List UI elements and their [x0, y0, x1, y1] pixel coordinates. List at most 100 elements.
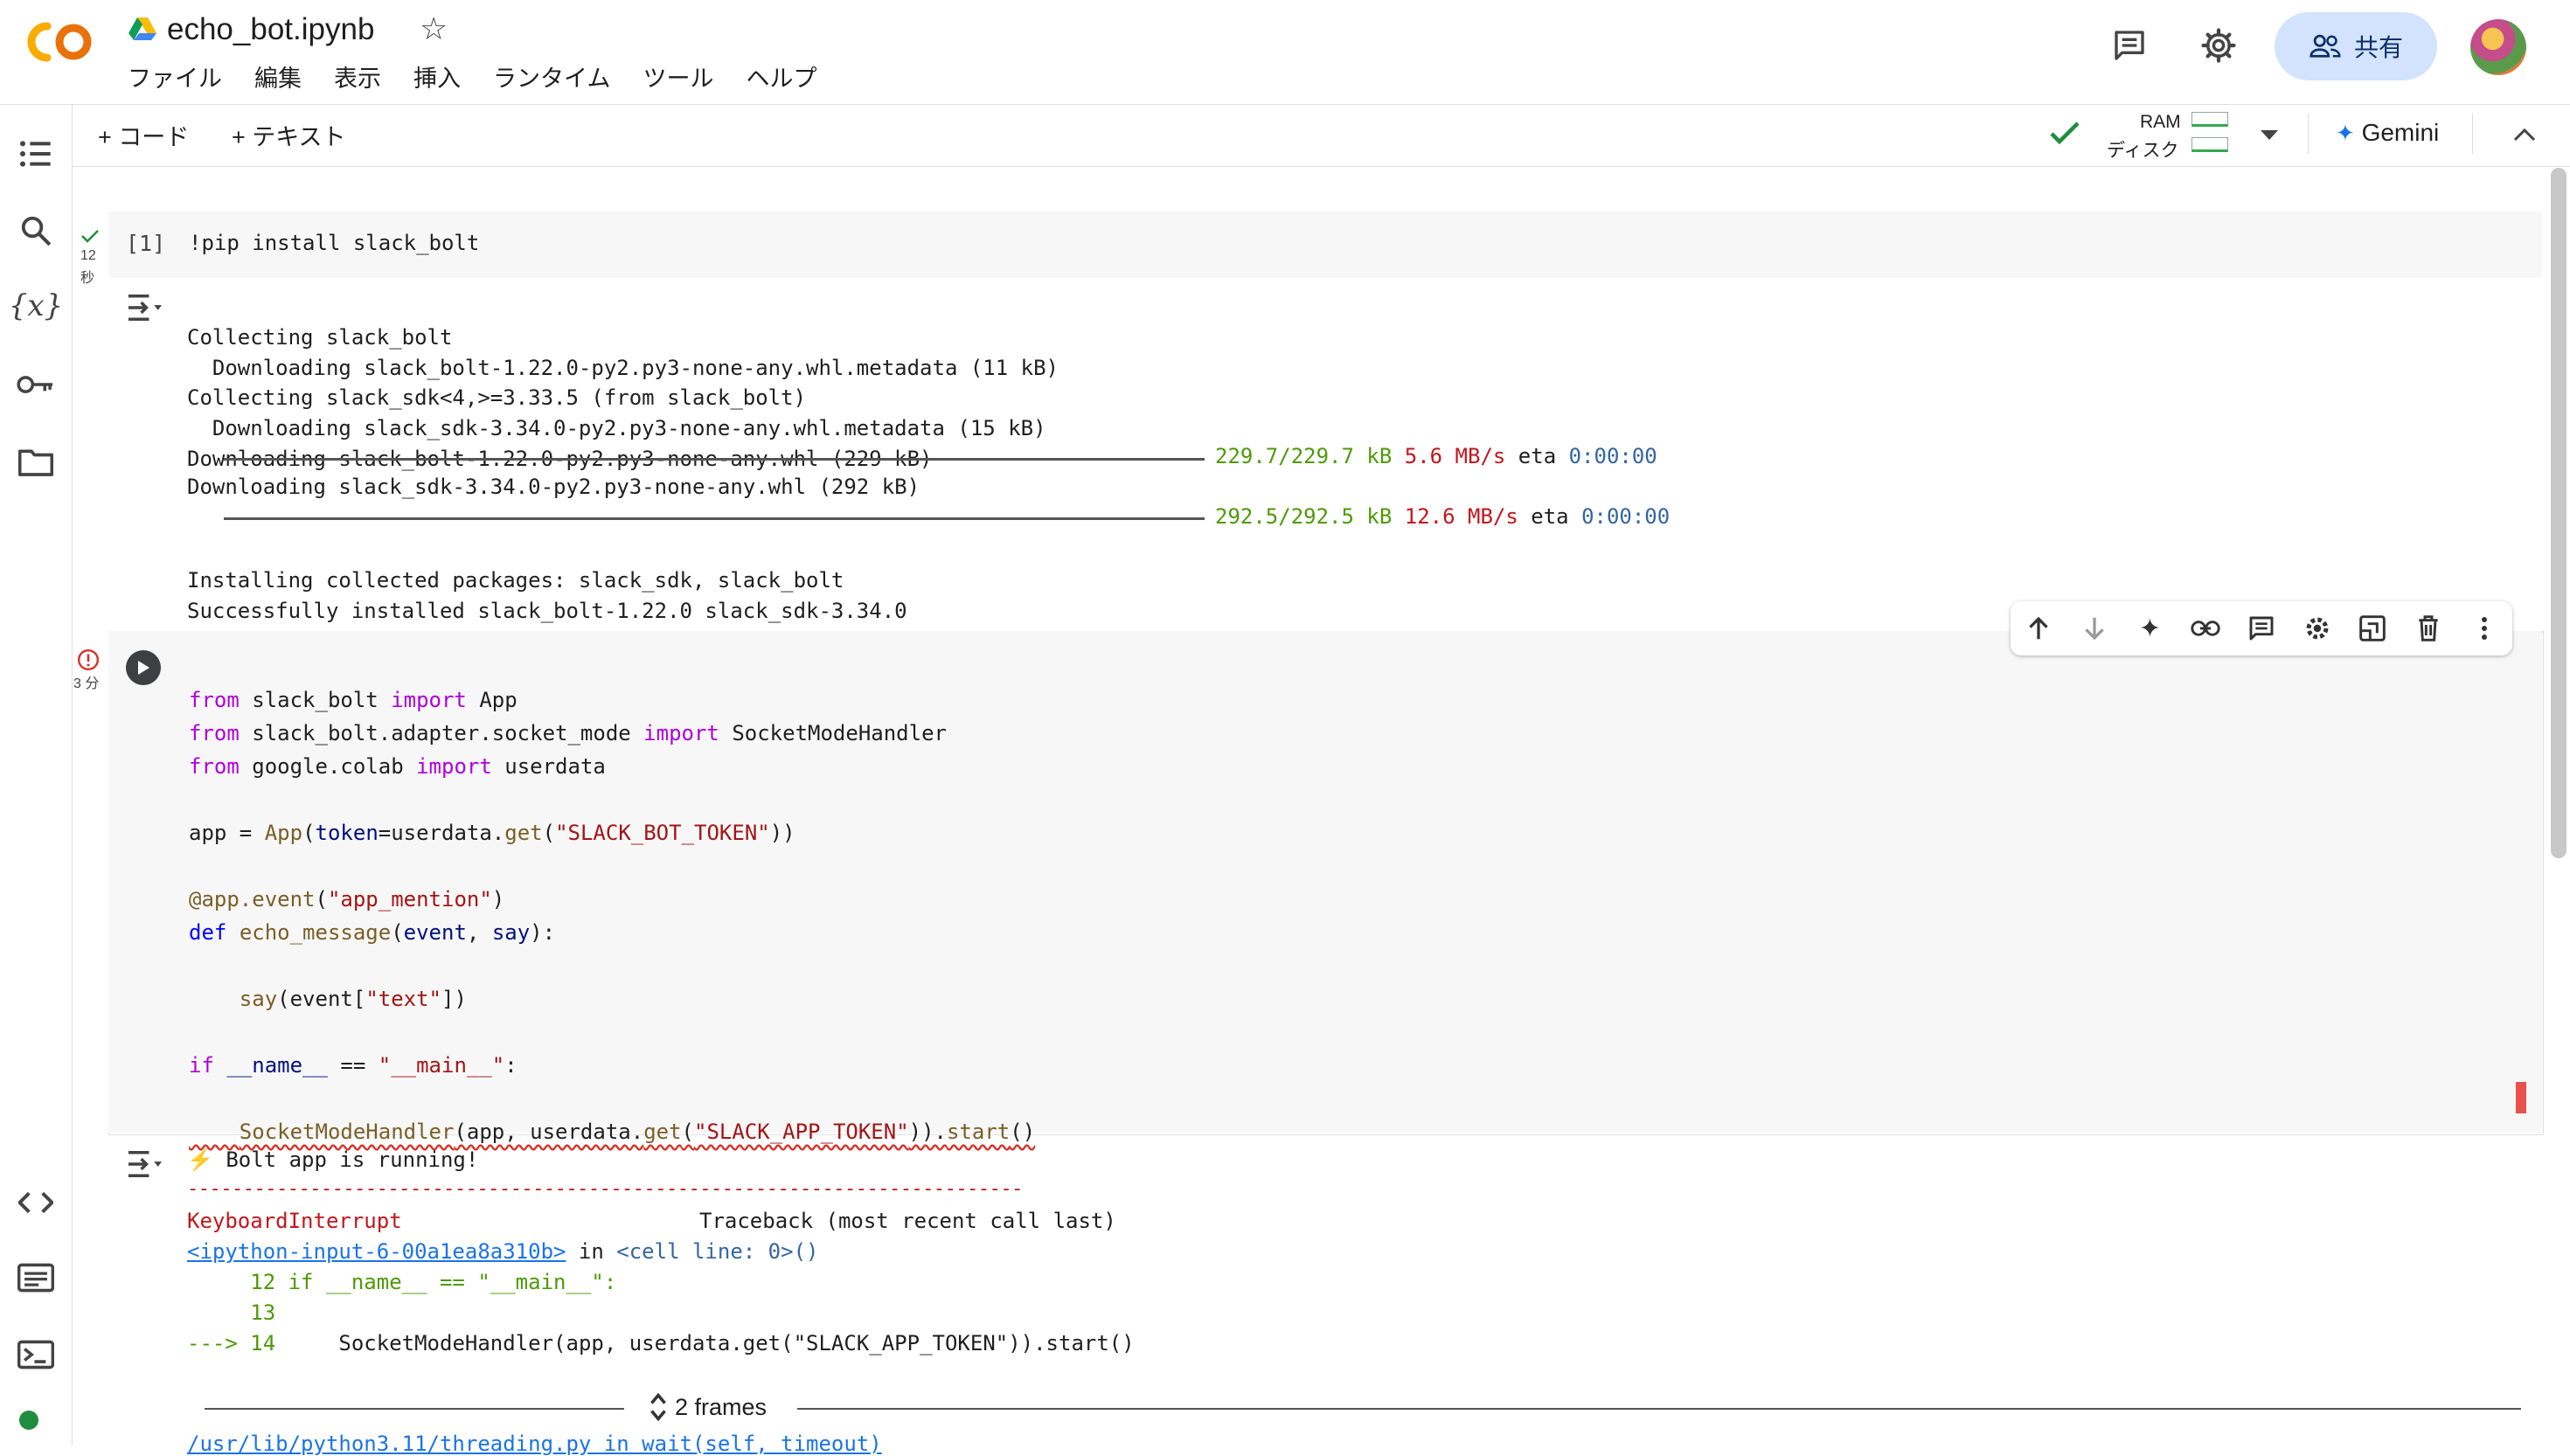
- traceback-file-link[interactable]: /usr/lib/python3.11/threading.py in wait…: [187, 1432, 882, 1456]
- menu-insert[interactable]: 挿入: [413, 59, 461, 94]
- progress-rate: 5.6 MB/s: [1404, 444, 1506, 468]
- star-icon[interactable]: ☆: [420, 10, 448, 47]
- gemini-button[interactable]: ✦ Gemini: [2336, 119, 2439, 147]
- code-line[interactable]: if __name__ == "__main__":: [189, 1049, 1035, 1082]
- variables-icon[interactable]: {x}: [9, 285, 63, 327]
- traceback-line: ---> 14 SocketModeHandler(app, userdata.…: [187, 1331, 1135, 1355]
- ram-meter[interactable]: [2191, 112, 2228, 127]
- share-label: 共有: [2353, 34, 2403, 61]
- scrollbar-thumb[interactable]: [2551, 168, 2567, 858]
- notebook-title[interactable]: echo_bot.ipynb: [167, 12, 374, 47]
- move-down-icon[interactable]: [2077, 611, 2112, 646]
- mirror-cell-icon[interactable]: [2355, 611, 2390, 646]
- progress-size: 292.5/292.5 kB: [1215, 504, 1393, 529]
- gemini-spark-icon[interactable]: ✦: [2132, 611, 2167, 646]
- table-of-contents-icon[interactable]: [15, 133, 57, 175]
- add-code-button[interactable]: + コード: [98, 118, 189, 152]
- add-text-button[interactable]: + テキスト: [232, 118, 345, 152]
- traceback-location: <ipython-input-6-00a1ea8a310b> in <cell …: [187, 1239, 818, 1264]
- traceback-label: Traceback (most recent call last): [699, 1209, 1116, 1233]
- search-icon[interactable]: [15, 210, 57, 252]
- drive-icon[interactable]: [128, 16, 157, 42]
- expand-icon: [650, 1392, 666, 1422]
- code-line[interactable]: [189, 849, 1035, 883]
- traceback-separator: ----------------------------------------…: [187, 1178, 1023, 1200]
- disk-label: ディスク: [2107, 141, 2179, 161]
- move-up-icon[interactable]: [2021, 611, 2056, 646]
- code-line[interactable]: [189, 1016, 1035, 1049]
- input-cell-link[interactable]: <ipython-input-6-00a1ea8a310b>: [187, 1239, 566, 1264]
- output-actions-icon[interactable]: [126, 292, 164, 323]
- progress-eta-label: eta: [1531, 504, 1569, 529]
- comment-icon[interactable]: [2244, 611, 2279, 646]
- code-line[interactable]: [189, 1082, 1035, 1115]
- code-block[interactable]: from slack_bolt import App from slack_bol…: [189, 650, 1035, 1182]
- menu-bar: ファイル 編集 表示 挿入 ランタイム ツール ヘルプ: [128, 59, 849, 94]
- cell-line-ref: <cell line: 0>: [616, 1239, 794, 1264]
- secrets-key-icon[interactable]: [15, 364, 57, 406]
- progress-rate: 12.6 MB/s: [1404, 504, 1518, 529]
- code-line[interactable]: [189, 783, 1035, 816]
- runtime-dropdown-icon[interactable]: [2259, 128, 2280, 142]
- command-palette-icon[interactable]: [15, 1257, 57, 1299]
- menu-runtime[interactable]: ランタイム: [493, 59, 610, 94]
- menu-help[interactable]: ヘルプ: [746, 59, 816, 94]
- output-actions-icon[interactable]: [126, 1148, 164, 1180]
- comment-icon[interactable]: [2108, 24, 2150, 66]
- code-line[interactable]: from slack_bolt import App: [189, 683, 1035, 717]
- parens: (): [793, 1239, 819, 1264]
- terminal-icon[interactable]: [15, 1334, 57, 1376]
- output-line: Collecting slack_sdk<4,>=3.33.5 (from sl…: [187, 385, 807, 411]
- link-icon[interactable]: [2188, 611, 2223, 646]
- menu-file[interactable]: ファイル: [128, 59, 222, 94]
- toolbar-divider: [2472, 114, 2473, 154]
- exec-time: 3 分: [73, 676, 100, 691]
- code-line[interactable]: [189, 949, 1035, 982]
- code-line[interactable]: app = App(token=userdata.get("SLACK_BOT_…: [189, 816, 1035, 849]
- folder-icon[interactable]: [15, 440, 57, 482]
- cell-toolbar: ✦: [2011, 601, 2512, 655]
- share-button[interactable]: 共有: [2275, 12, 2437, 80]
- tb-line-14: SocketModeHandler(app, userdata.get("SLA…: [275, 1331, 1135, 1355]
- avatar[interactable]: [2470, 19, 2526, 75]
- play-icon: [138, 661, 149, 675]
- output-line: Installing collected packages: slack_sdk…: [187, 567, 844, 593]
- code-line[interactable]: say(event["text"]): [189, 982, 1035, 1016]
- collapse-chevron-icon[interactable]: [2512, 126, 2537, 143]
- disk-meter[interactable]: [2191, 137, 2228, 152]
- run-cell-button[interactable]: [126, 650, 161, 685]
- code-line[interactable]: @app.event("app_mention"): [189, 883, 1035, 916]
- progress-eta: 0:00:00: [1581, 504, 1670, 529]
- menu-tools[interactable]: ツール: [642, 59, 713, 94]
- traceback-line: 13: [187, 1300, 276, 1325]
- code-line[interactable]: !pip install slack_bolt: [189, 231, 479, 255]
- code-line[interactable]: def echo_message(event, say):: [189, 916, 1035, 949]
- code-snippets-icon[interactable]: [15, 1182, 57, 1224]
- menu-view[interactable]: 表示: [334, 59, 381, 94]
- error-name: KeyboardInterrupt: [187, 1209, 402, 1233]
- progress-size: 229.7/229.7 kB: [1215, 444, 1393, 468]
- gemini-spark-icon: ✦: [2336, 120, 2355, 146]
- expand-frames-button[interactable]: 2 frames: [649, 1391, 767, 1423]
- error-marker: [2516, 1082, 2526, 1113]
- delete-icon[interactable]: [2411, 611, 2446, 646]
- settings-icon[interactable]: [2198, 24, 2240, 66]
- code-line[interactable]: SocketModeHandler(app, userdata.get("SLA…: [189, 1115, 1035, 1148]
- output-line: Collecting slack_bolt: [187, 324, 453, 350]
- tb-arrow: ---> 14: [187, 1331, 276, 1355]
- output-line: Downloading slack_sdk-3.34.0-py2.py3-non…: [187, 416, 1046, 441]
- exec-time: 12: [80, 248, 96, 263]
- progress-eta-label: eta: [1518, 444, 1557, 468]
- menu-edit[interactable]: 編集: [254, 59, 302, 94]
- in-text: in: [566, 1239, 617, 1264]
- toolbar-divider: [2308, 114, 2309, 154]
- settings-icon[interactable]: [2300, 611, 2335, 646]
- connected-check-icon: [2050, 121, 2080, 145]
- more-options-icon[interactable]: [2467, 611, 2502, 646]
- output-line: Downloading slack_sdk-3.34.0-py2.py3-non…: [187, 475, 920, 499]
- colab-logo[interactable]: [23, 17, 98, 66]
- code-line[interactable]: from slack_bolt.adapter.socket_mode impo…: [189, 717, 1035, 750]
- code-line[interactable]: from google.colab import userdata: [189, 750, 1035, 783]
- output-line: ⚡️ Bolt app is running!: [187, 1147, 479, 1172]
- download-progress-bar: [224, 517, 1205, 520]
